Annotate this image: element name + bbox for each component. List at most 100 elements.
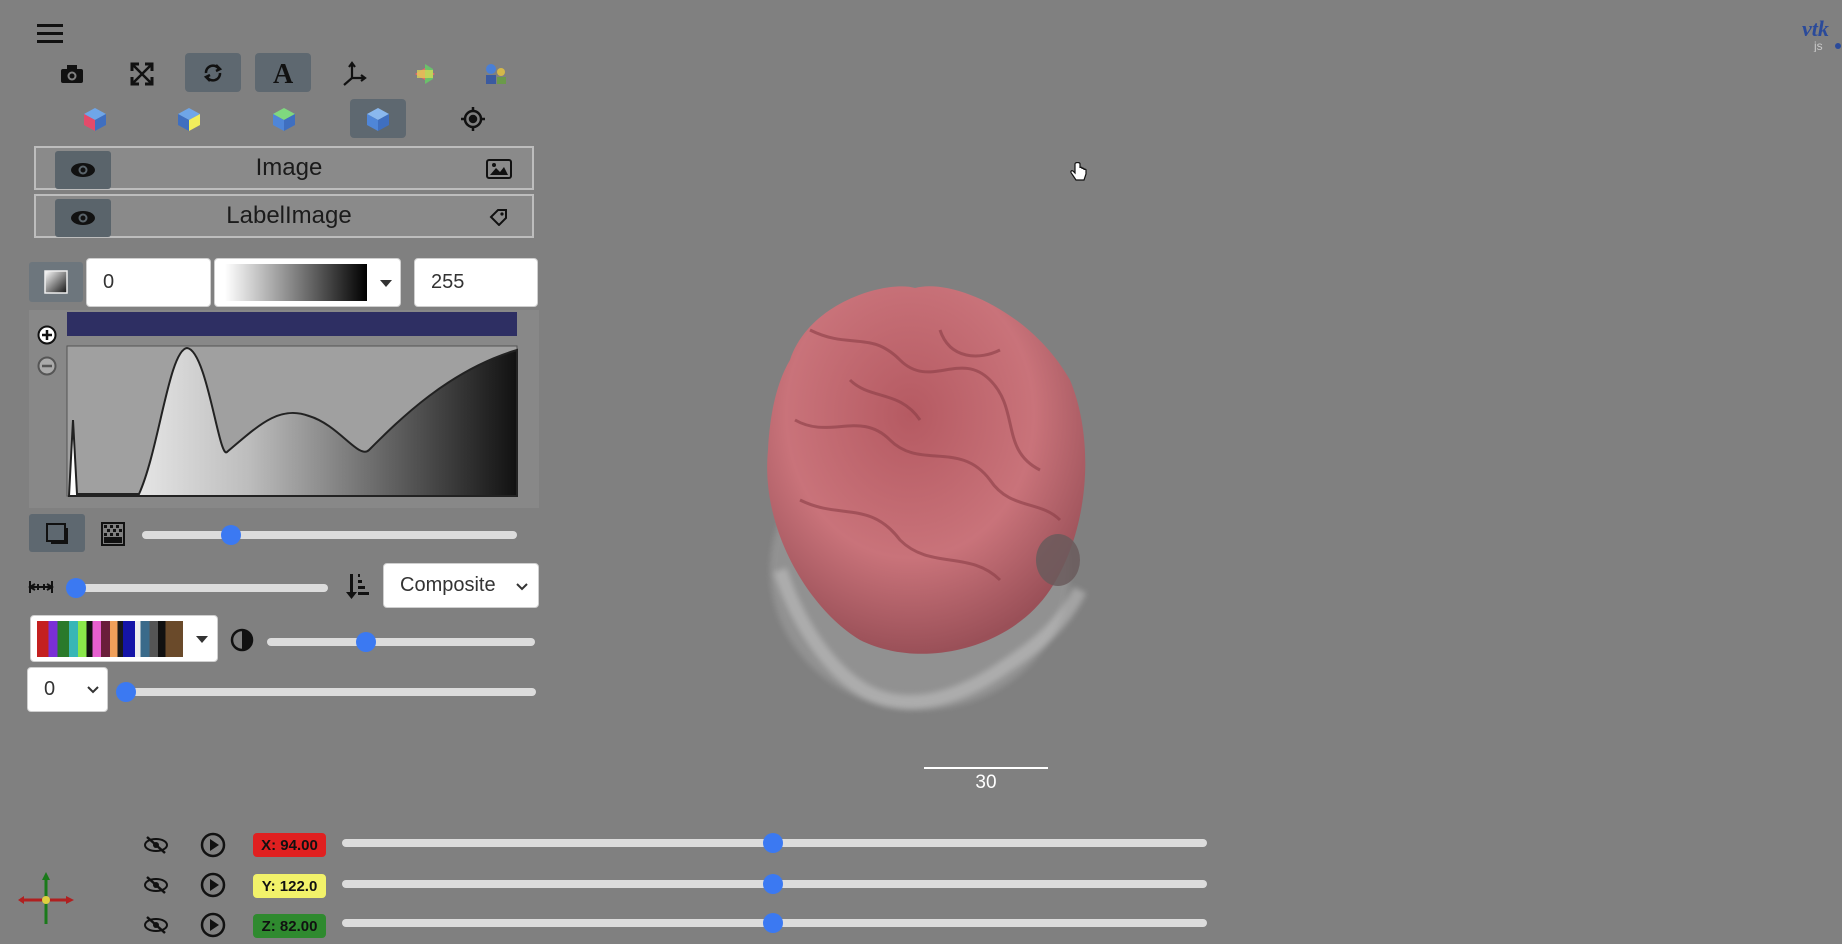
annotations-icon: A [273, 59, 294, 87]
rotate-icon [203, 63, 223, 82]
view-x-button[interactable] [67, 99, 123, 138]
plane-z-badge: Z: 82.00 [253, 914, 326, 938]
transfer-function-editor[interactable] [29, 310, 539, 508]
blend-mode-value: Composite [400, 574, 496, 596]
view-planes-icon [415, 63, 435, 84]
eye-icon [71, 211, 95, 225]
distance-icon [28, 581, 54, 593]
blend-mode-icon-wrap [346, 572, 372, 600]
square-icon [46, 523, 68, 544]
zoom-out-icon [37, 356, 57, 376]
visibility-toggle-button[interactable] [55, 199, 111, 237]
play-icon [200, 832, 226, 858]
svg-text:A: A [273, 59, 294, 87]
label-weight-slider-track[interactable] [122, 688, 536, 696]
view-volume-button[interactable] [350, 99, 406, 138]
view-volume-icon [367, 107, 389, 131]
gradient-opacity-icon-wrap [101, 522, 125, 546]
eye-slash-icon [144, 836, 168, 854]
zoom-in-button[interactable] [37, 325, 57, 345]
label-select-value: 0 [44, 678, 56, 700]
zoom-out-button[interactable] [37, 356, 57, 376]
gradient-opacity-slider-thumb[interactable] [221, 525, 241, 545]
sample-distance-slider-track[interactable] [69, 584, 328, 592]
layer-row-labelimage[interactable]: LabelImage [34, 194, 534, 238]
view-y-icon [178, 107, 200, 131]
svg-text:vtk: vtk [1802, 16, 1829, 41]
plane-z-slider-thumb[interactable] [763, 913, 783, 933]
reset-camera-button[interactable] [445, 99, 501, 138]
colormap-invert-button[interactable] [29, 262, 83, 302]
sort-icon [346, 574, 369, 599]
plane-x-badge: X: 94.00 [253, 833, 326, 857]
scale-bar-line [924, 767, 1048, 769]
plane-x-slider-thumb[interactable] [763, 833, 783, 853]
axes-button[interactable] [326, 54, 382, 93]
label-weight-slider-thumb[interactable] [116, 682, 136, 702]
scale-bar-label: 30 [975, 772, 997, 793]
fullscreen-button[interactable] [114, 54, 170, 93]
image-icon [484, 157, 514, 181]
chevron-down-icon [87, 686, 99, 694]
layer-name: LabelImage [226, 202, 352, 229]
shadow-toggle-button[interactable] [29, 514, 85, 552]
plane-play-button[interactable] [200, 832, 226, 858]
plane-visibility-button[interactable] [144, 835, 168, 855]
colormap-min-value: 0 [103, 271, 115, 293]
label-colormap-preview [37, 620, 183, 657]
view-x-icon [84, 107, 106, 131]
sample-distance-icon-wrap [28, 578, 54, 596]
visibility-toggle-button[interactable] [55, 151, 111, 189]
plane-y-slider-thumb[interactable] [763, 874, 783, 894]
view-z-icon [273, 107, 295, 131]
contrast-icon [230, 628, 254, 652]
shadow-button[interactable] [468, 54, 524, 93]
label-select[interactable]: 0 [27, 667, 108, 712]
layer-row-image[interactable]: Image [34, 146, 534, 190]
chevron-down-icon [380, 279, 392, 287]
volume-rendering[interactable] [700, 270, 1140, 720]
layer-name: Image [255, 154, 323, 181]
eye-slash-icon [144, 876, 168, 894]
plane-visibility-button[interactable] [144, 915, 168, 935]
blend-mode-select[interactable]: Composite [383, 563, 539, 608]
tag-icon [484, 205, 514, 229]
gradient-opacity-slider-track[interactable] [142, 531, 517, 539]
axes-icon [343, 60, 367, 86]
view-y-button[interactable] [161, 99, 217, 138]
play-icon [200, 912, 226, 938]
plane-play-button[interactable] [200, 912, 226, 938]
vtk-logo: vtk js [1802, 12, 1842, 53]
sample-distance-slider-thumb[interactable] [66, 578, 86, 598]
colormap-max-input[interactable]: 255 [414, 258, 538, 307]
label-opacity-slider-track[interactable] [267, 638, 535, 646]
label-colormap-select[interactable] [30, 615, 218, 662]
annotations-button[interactable]: A [255, 53, 311, 92]
label-opacity-slider-thumb[interactable] [356, 632, 376, 652]
colormap-preview [225, 264, 367, 301]
contrast-icon-wrap [230, 628, 254, 652]
eye-icon [71, 163, 95, 177]
fullscreen-icon [130, 62, 154, 85]
eye-slash-icon [144, 916, 168, 934]
play-icon [200, 872, 226, 898]
plane-y-badge: Y: 122.0 [253, 874, 326, 898]
chevron-down-icon [516, 583, 528, 591]
plane-visibility-button[interactable] [144, 875, 168, 895]
hamburger-icon [37, 24, 63, 43]
menu-button[interactable] [37, 22, 63, 44]
gradient-square-icon [44, 270, 68, 294]
screenshot-button[interactable] [44, 54, 100, 93]
shadow-icon [486, 63, 506, 84]
rotate-button[interactable] [185, 53, 241, 92]
zoom-in-icon [37, 325, 57, 345]
colormap-min-input[interactable]: 0 [86, 258, 211, 307]
view-z-button[interactable] [256, 99, 312, 138]
colormap-select[interactable] [214, 258, 401, 307]
hand-cursor-icon [1070, 161, 1088, 182]
plane-play-button[interactable] [200, 872, 226, 898]
svg-text:js: js [1813, 39, 1823, 52]
view-planes-button[interactable] [397, 54, 453, 93]
orientation-axes [18, 872, 74, 928]
dither-icon [101, 522, 125, 546]
